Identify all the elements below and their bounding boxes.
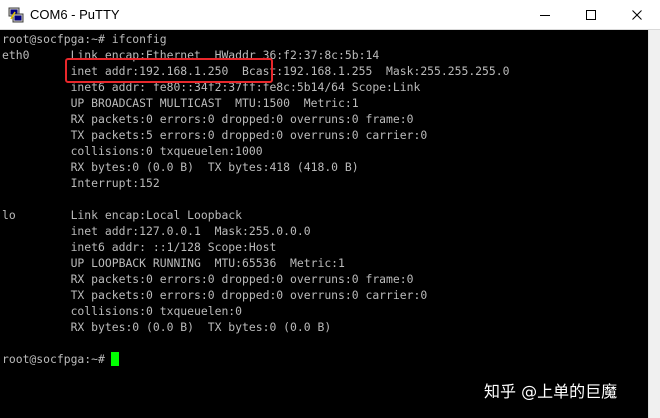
terminal-line: UP LOOPBACK RUNNING MTU:65536 Metric:1 (2, 256, 345, 270)
watermark: 知乎 @上单的巨魔 (484, 382, 618, 401)
text-cursor (110, 352, 119, 366)
ip-address-highlight (65, 58, 273, 83)
putty-icon (8, 7, 24, 23)
terminal-line: lo Link encap:Local Loopback (2, 208, 243, 222)
minimize-icon (540, 14, 550, 16)
prompt-text: root@socfpga:~# (2, 352, 105, 366)
terminal-line: TX packets:5 errors:0 dropped:0 overruns… (2, 128, 428, 142)
close-icon (632, 9, 642, 20)
terminal-line: collisions:0 txqueuelen:1000 (2, 144, 263, 158)
terminal-area[interactable]: root@socfpga:~# ifconfig eth0 Link encap… (0, 30, 648, 418)
terminal-line: inet addr:127.0.0.1 Mask:255.0.0.0 (2, 224, 311, 238)
terminal-line: inet6 addr: ::1/128 Scope:Host (2, 240, 277, 254)
maximize-icon (586, 9, 596, 20)
terminal-line: collisions:0 txqueuelen:0 (2, 304, 243, 318)
terminal-line: RX bytes:0 (0.0 B) TX bytes:0 (0.0 B) (2, 320, 332, 334)
title-bar[interactable]: COM6 - PuTTY (0, 0, 660, 30)
maximize-button[interactable] (568, 0, 614, 29)
close-button[interactable] (614, 0, 660, 29)
terminal-line: RX packets:0 errors:0 dropped:0 overruns… (2, 112, 414, 126)
terminal-prompt: root@socfpga:~# (2, 351, 509, 367)
terminal-line: RX bytes:0 (0.0 B) TX bytes:418 (418.0 B… (2, 160, 359, 174)
terminal-line: RX packets:0 errors:0 dropped:0 overruns… (2, 272, 414, 286)
putty-window: COM6 - PuTTY root@socfpga:~# ifconfig et… (0, 0, 660, 418)
terminal-line: UP BROADCAST MULTICAST MTU:1500 Metric:1 (2, 96, 359, 110)
terminal-line: Interrupt:152 (2, 176, 160, 190)
minimize-button[interactable] (522, 0, 568, 29)
vertical-scrollbar[interactable] (648, 30, 660, 418)
window-title: COM6 - PuTTY (30, 7, 120, 22)
terminal-line: root@socfpga:~# ifconfig (2, 32, 167, 46)
terminal-line: TX packets:0 errors:0 dropped:0 overruns… (2, 288, 428, 302)
